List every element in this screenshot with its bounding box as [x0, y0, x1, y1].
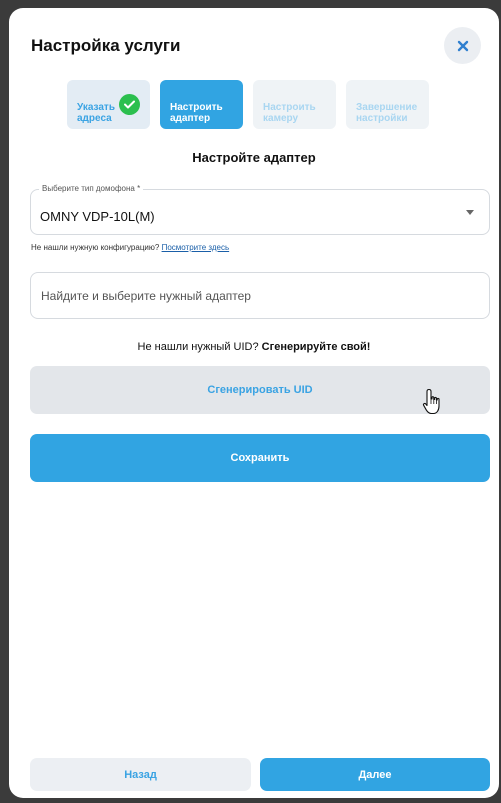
config-hint: Не нашли нужную конфигурацию? Посмотрите…	[31, 243, 229, 252]
step-finish[interactable]: Завершение настройки	[346, 80, 429, 129]
uid-prompt-emphasis: Сгенерируйте свой!	[261, 341, 371, 353]
check-circle-icon	[119, 94, 140, 115]
hint-link[interactable]: Посмотрите здесь	[162, 243, 230, 252]
save-button[interactable]: Сохранить	[30, 434, 490, 482]
uid-prompt-text: Не нашли нужный UID?	[137, 341, 259, 353]
service-setup-dialog: Настройка услуги Указать адреса Настроит…	[9, 8, 499, 798]
uid-prompt: Не нашли нужный UID? Сгенерируйте свой!	[9, 341, 499, 353]
chevron-down-icon	[466, 210, 474, 215]
step-label: Настроить адаптер	[170, 102, 223, 124]
close-button[interactable]	[444, 27, 481, 64]
hint-text: Не нашли нужную конфигурацию?	[31, 243, 160, 252]
adapter-search-input[interactable]	[30, 272, 490, 319]
step-label: Завершение настройки	[356, 102, 418, 124]
step-label: Указать адреса	[77, 102, 115, 124]
select-value: OMNY VDP-10L(M)	[40, 209, 155, 224]
step-adapter[interactable]: Настроить адаптер	[160, 80, 243, 129]
close-icon	[457, 40, 468, 51]
step-addresses[interactable]: Указать адреса	[67, 80, 150, 129]
back-button[interactable]: Назад	[30, 758, 251, 791]
next-button[interactable]: Далее	[260, 758, 490, 791]
hand-pointer-icon	[422, 388, 440, 415]
generate-uid-button[interactable]: Сгенерировать UID	[30, 366, 490, 414]
intercom-type-select[interactable]: Выберите тип домофона * OMNY VDP-10L(M)	[30, 184, 490, 235]
stepper: Указать адреса Настроить адаптер Настрои…	[67, 80, 429, 129]
step-camera[interactable]: Настроить камеру	[253, 80, 336, 129]
dialog-title: Настройка услуги	[31, 36, 181, 55]
section-title: Настройте адаптер	[192, 150, 316, 165]
step-label: Настроить камеру	[263, 102, 316, 124]
select-label: Выберите тип домофона *	[39, 184, 144, 193]
